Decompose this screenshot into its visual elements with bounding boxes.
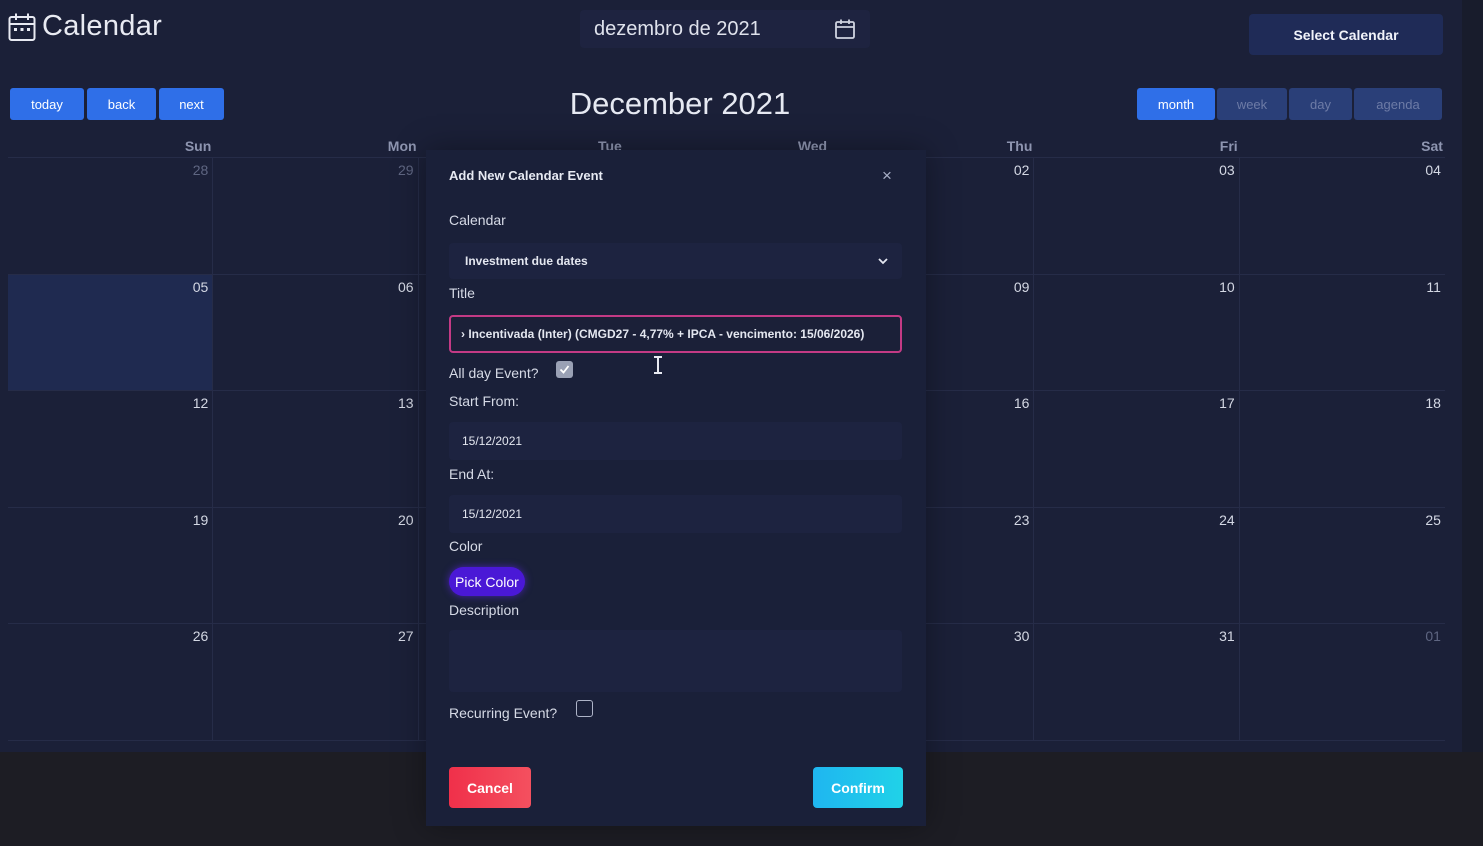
close-icon[interactable]: × bbox=[882, 167, 892, 184]
all-day-label: All day Event? bbox=[449, 365, 539, 381]
day-cell[interactable]: 06 bbox=[213, 274, 419, 390]
day-cell[interactable]: 29 bbox=[213, 158, 419, 274]
color-label: Color bbox=[449, 538, 483, 554]
date-picker-value: dezembro de 2021 bbox=[594, 17, 761, 40]
day-cell[interactable]: 13 bbox=[213, 391, 419, 507]
view-month-button[interactable]: month bbox=[1137, 88, 1215, 120]
view-week-button[interactable]: week bbox=[1217, 88, 1287, 120]
day-cell[interactable]: 19 bbox=[8, 507, 214, 623]
cancel-button[interactable]: Cancel bbox=[449, 767, 531, 808]
day-cell-today[interactable]: 05 bbox=[8, 274, 214, 390]
start-label: Start From: bbox=[449, 393, 520, 409]
calendar-icon[interactable] bbox=[834, 18, 856, 40]
day-cell[interactable]: 20 bbox=[213, 507, 419, 623]
title-label: Title bbox=[449, 285, 475, 301]
description-label: Description bbox=[449, 602, 520, 618]
calendar-label: Calendar bbox=[449, 212, 506, 228]
end-label: End At: bbox=[449, 466, 495, 482]
day-cell[interactable]: 17 bbox=[1034, 391, 1240, 507]
calendar-select[interactable]: Investment due dates bbox=[449, 243, 902, 279]
pick-color-button[interactable]: Pick Color bbox=[449, 567, 525, 596]
checkmark-icon bbox=[559, 365, 570, 374]
day-cell[interactable]: 11 bbox=[1240, 275, 1445, 391]
weekday-label: Fri bbox=[1219, 138, 1238, 154]
day-cell[interactable]: 24 bbox=[1034, 507, 1240, 623]
calendar-select-value: Investment due dates bbox=[465, 254, 588, 268]
modal-title: Add New Calendar Event bbox=[449, 168, 603, 183]
weekday-label: Mon bbox=[387, 138, 417, 154]
right-edge bbox=[1462, 0, 1483, 752]
recurring-checkbox[interactable] bbox=[576, 700, 593, 717]
weekday-label: Sat bbox=[1421, 138, 1443, 154]
day-cell[interactable]: 25 bbox=[1240, 508, 1445, 624]
day-cell[interactable]: 31 bbox=[1034, 624, 1240, 740]
text-cursor-icon bbox=[654, 356, 662, 374]
day-cell[interactable]: 18 bbox=[1240, 391, 1445, 507]
confirm-button[interactable]: Confirm bbox=[813, 767, 903, 808]
day-cell[interactable]: 26 bbox=[8, 624, 214, 740]
description-textarea[interactable] bbox=[449, 630, 902, 692]
app-title: Calendar bbox=[42, 10, 163, 42]
title-input[interactable]: › Incentivada (Inter) (CMGD27 - 4,77% + … bbox=[449, 315, 902, 353]
select-calendar-button[interactable]: Select Calendar bbox=[1249, 14, 1443, 55]
recurring-label: Recurring Event? bbox=[449, 705, 558, 721]
brand: Calendar bbox=[8, 10, 162, 43]
day-cell[interactable]: 28 bbox=[8, 158, 214, 274]
day-cell[interactable]: 12 bbox=[8, 391, 214, 507]
add-event-modal: Add New Calendar Event × Calendar Invest… bbox=[426, 150, 926, 826]
end-date-input[interactable]: 15/12/2021 bbox=[449, 495, 902, 533]
view-day-button[interactable]: day bbox=[1289, 88, 1352, 120]
day-cell[interactable]: 03 bbox=[1034, 158, 1240, 274]
calendar-icon bbox=[8, 13, 36, 41]
start-date-input[interactable]: 15/12/2021 bbox=[449, 422, 902, 460]
day-cell[interactable]: 01 bbox=[1240, 624, 1445, 740]
day-cell[interactable]: 10 bbox=[1034, 274, 1240, 390]
view-agenda-button[interactable]: agenda bbox=[1354, 88, 1442, 120]
day-cell[interactable]: 04 bbox=[1240, 158, 1445, 274]
chevron-down-icon bbox=[878, 258, 888, 265]
all-day-checkbox[interactable] bbox=[556, 361, 573, 378]
day-cell[interactable]: 27 bbox=[213, 624, 419, 740]
month-date-picker[interactable]: dezembro de 2021 bbox=[580, 10, 870, 48]
view-switcher: month week day agenda bbox=[1137, 88, 1442, 120]
weekday-label: Sun bbox=[184, 138, 212, 154]
